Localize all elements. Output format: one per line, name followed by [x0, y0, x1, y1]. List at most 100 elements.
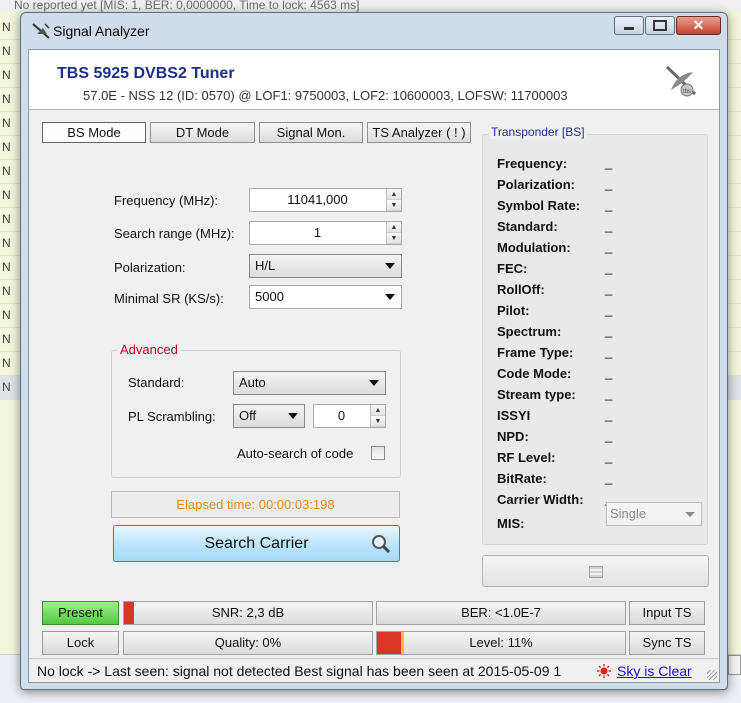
close-icon: ✕ [692, 17, 705, 33]
autosearch-label: Auto-search of code [237, 446, 354, 461]
transponder-field-value: _ [605, 344, 613, 359]
sync-ts-button[interactable]: Sync TS [629, 631, 705, 655]
pl-code-spinner[interactable]: ▲ ▼ [370, 405, 385, 427]
standard-select[interactable]: Auto [233, 371, 386, 395]
mis-select[interactable]: Single [606, 502, 702, 526]
transponder-field-value: _ [605, 239, 613, 254]
maximize-icon [653, 20, 667, 31]
snr-text: SNR: 2,3 dB [211, 605, 285, 620]
level-meter-fill [377, 632, 405, 654]
tab-signal-mon[interactable]: Signal Mon. [259, 122, 363, 143]
resize-grip[interactable] [707, 670, 717, 680]
transponder-title: Transponder [BS] [489, 125, 587, 139]
transponder-field-value: _ [605, 365, 613, 380]
background-row-text: N [2, 92, 11, 106]
chevron-down-icon [369, 380, 379, 386]
svg-text:tbs: tbs [683, 89, 691, 95]
search-range-input[interactable]: 1 ▲ ▼ [249, 221, 402, 245]
transponder-field-value: _ [605, 386, 613, 401]
autosearch-checkbox[interactable] [371, 446, 385, 460]
tab-bs-mode[interactable]: BS Mode [42, 122, 146, 143]
input-ts-button[interactable]: Input TS [629, 601, 705, 625]
device-header: TBS 5925 DVBS2 Tuner 57.0E - NSS 12 (ID:… [29, 50, 719, 110]
satellite-dish-icon: tbs [665, 65, 697, 97]
background-row-text: N [2, 140, 11, 154]
transponder-field-value: _ [605, 407, 613, 422]
pl-scrambling-value: Off [239, 408, 257, 423]
frequency-input[interactable]: 11041,000 ▲ ▼ [249, 188, 402, 212]
frequency-label: Frequency (MHz): [114, 193, 219, 208]
standard-label: Standard: [128, 375, 185, 390]
ber-text: BER: <1.0E-7 [461, 605, 541, 620]
elapsed-time: Elapsed time: 00:00:03:198 [111, 491, 400, 518]
frequency-spinner[interactable]: ▲ ▼ [386, 189, 401, 211]
transponder-field-label: Frequency: [497, 156, 568, 171]
tab-dt-mode[interactable]: DT Mode [150, 122, 255, 143]
title-bar[interactable]: Signal Analyzer ✕ [21, 13, 727, 49]
transponder-field-label: Symbol Rate: [497, 198, 581, 213]
pl-scrambling-select[interactable]: Off [233, 404, 305, 428]
background-row-text: N [2, 332, 11, 346]
background-row-text: N [2, 356, 11, 370]
snr-meter-fill [124, 602, 134, 624]
chevron-down-icon [685, 512, 695, 517]
transponder-field-label: Standard: [497, 219, 558, 234]
transponder-field-value: _ [605, 470, 613, 485]
transponder-field-label: Stream type: [497, 387, 576, 402]
search-range-value: 1 [313, 225, 322, 240]
sun-icon [597, 664, 611, 678]
mis-label: MIS: [497, 516, 525, 531]
background-row-text: N [2, 236, 11, 250]
search-carrier-label: Search Carrier [204, 535, 309, 552]
close-button[interactable]: ✕ [676, 16, 721, 35]
sky-status-link[interactable]: Sky is Clear [617, 659, 692, 682]
device-subtitle: 57.0E - NSS 12 (ID: 0570) @ LOF1: 975000… [83, 88, 568, 103]
transponder-field-value: _ [605, 323, 613, 338]
transponder-field-value: _ [605, 302, 613, 317]
transponder-field-label: Code Mode: [497, 366, 572, 381]
search-range-label: Search range (MHz): [114, 226, 235, 241]
transponder-field-label: Spectrum: [497, 324, 562, 339]
level-meter: Level: 11% [376, 631, 626, 655]
background-row-text: N [2, 188, 11, 202]
status-message: No lock -> Last seen: signal not detecte… [37, 663, 562, 679]
background-row-text: N [2, 284, 11, 298]
chevron-down-icon [385, 294, 395, 300]
search-icon [372, 535, 391, 554]
level-text: Level: 11% [469, 635, 533, 650]
transponder-field-label: Frame Type: [497, 345, 574, 360]
min-sr-label: Minimal SR (KS/s): [114, 291, 224, 306]
transponder-field-label: Carrier Width: [497, 492, 584, 507]
background-row-text: N [2, 20, 11, 34]
toggle-panel-button[interactable] [482, 555, 709, 587]
min-sr-select[interactable]: 5000 [249, 285, 402, 309]
mis-value: Single [610, 506, 647, 521]
device-title: TBS 5925 DVBS2 Tuner [57, 65, 235, 82]
background-row-text: N [2, 68, 11, 82]
window-title: Signal Analyzer [53, 23, 150, 39]
transponder-field-label: FEC: [497, 261, 528, 276]
tab-ts-analyzer[interactable]: TS Analyzer ( ! ) [367, 122, 471, 143]
transponder-field-label: RF Level: [497, 450, 556, 465]
search-carrier-button[interactable]: Search Carrier [113, 525, 400, 562]
pl-code-input[interactable]: 0 ▲ ▼ [313, 404, 386, 428]
transponder-field-value: _ [605, 281, 613, 296]
transponder-field-value: _ [605, 155, 613, 170]
transponder-field-label: BitRate: [497, 471, 547, 486]
background-button [728, 655, 741, 675]
polarization-select[interactable]: H/L [249, 254, 402, 278]
panel-icon [589, 566, 603, 578]
background-status-line: No reported yet [MIS: 1, BER: 0,0000000,… [0, 0, 741, 12]
client-area: TBS 5925 DVBS2 Tuner 57.0E - NSS 12 (ID:… [28, 49, 720, 683]
minimize-button[interactable] [614, 16, 644, 35]
search-range-spinner[interactable]: ▲ ▼ [386, 222, 401, 244]
transponder-field-value: _ [605, 197, 613, 212]
background-row-text: N [2, 260, 11, 274]
app-icon [32, 23, 50, 39]
frequency-value: 11041,000 [287, 192, 348, 207]
transponder-field-label: NPD: [497, 429, 529, 444]
present-indicator[interactable]: Present [42, 601, 119, 625]
lock-indicator[interactable]: Lock [42, 631, 119, 655]
background-row-text: N [2, 308, 11, 322]
maximize-button[interactable] [645, 16, 675, 35]
